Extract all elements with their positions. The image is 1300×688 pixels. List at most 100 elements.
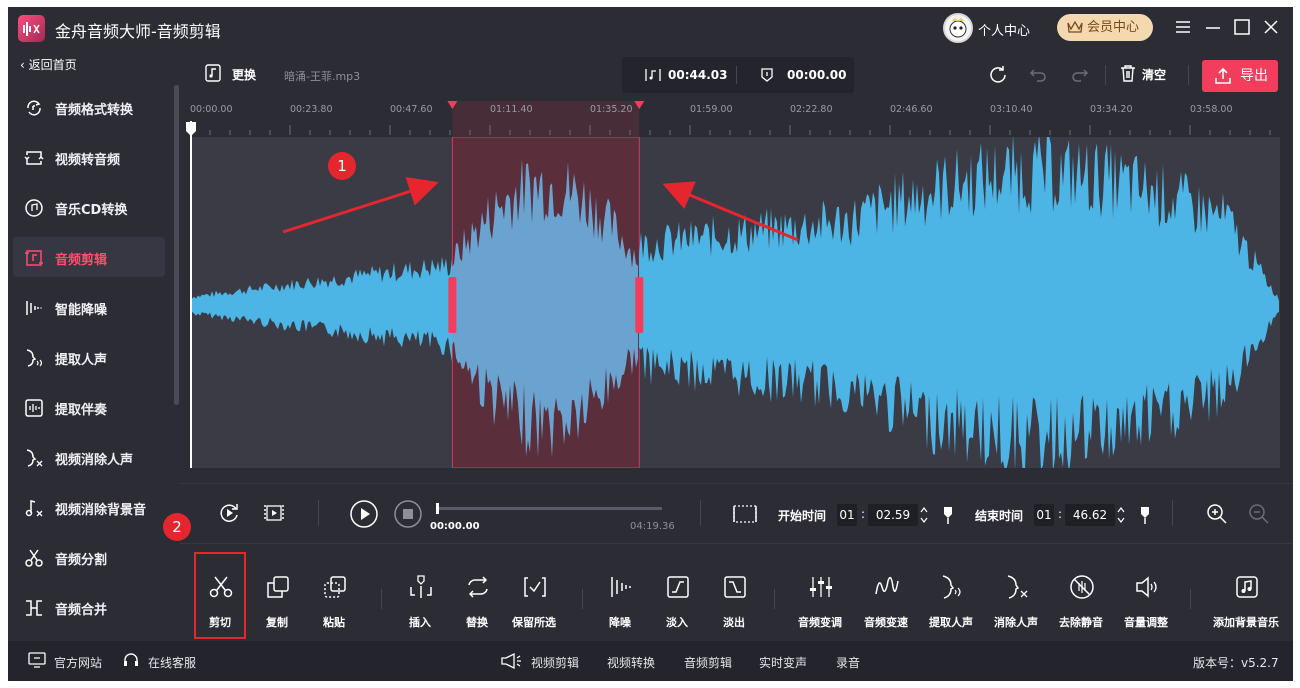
start-minute-input[interactable]: 01 (837, 504, 857, 526)
menu-icon[interactable] (1174, 18, 1192, 36)
sidebar-item-video-remove-voice[interactable]: 视频消除人声 (13, 437, 165, 477)
paste-icon (324, 576, 346, 598)
remove-voice-tool-button[interactable]: 消除人声 (982, 564, 1050, 629)
export-button[interactable]: 导出 (1202, 60, 1278, 92)
speed-tool-button[interactable]: 音频变速 (852, 564, 920, 629)
sidebar-item-video-to-audio[interactable]: 视频转音频 (13, 137, 165, 177)
selection-end-handle[interactable] (635, 277, 644, 333)
progress-handle[interactable] (436, 503, 439, 514)
set-end-marker-icon[interactable] (1139, 505, 1151, 525)
play-selection-icon[interactable] (262, 502, 286, 524)
set-start-marker-icon[interactable] (942, 505, 954, 525)
tool-label: 音频变调 (798, 616, 842, 629)
avatar[interactable] (943, 13, 973, 43)
extract-voice-tool-button[interactable]: 提取人声 (917, 564, 985, 629)
sidebar-item-extract-voice[interactable]: 提取人声 (13, 337, 165, 377)
zoom-out-icon[interactable] (1248, 503, 1270, 525)
promo-link-audio-edit[interactable]: 音频剪辑 (684, 654, 732, 671)
volume-icon (1136, 576, 1157, 598)
remove-voice-icon (1007, 575, 1028, 599)
sidebar-scrollbar[interactable] (174, 85, 179, 405)
sidebar-item-extract-accompaniment[interactable]: 提取伴奏 (13, 387, 165, 427)
user-center-link[interactable]: 个人中心 (978, 20, 1030, 39)
ruler-tick-label: 00:23.80 (290, 104, 333, 115)
tool-label: 淡出 (723, 616, 745, 629)
replace-icon (468, 576, 488, 598)
extract-voice-icon (942, 575, 961, 599)
sidebar-item-merge[interactable]: 音频合并 (13, 587, 165, 627)
sidebar-item-split[interactable]: 音频分割 (13, 537, 165, 577)
start-second-input[interactable]: 02.59 (868, 504, 918, 526)
sidebar-item-video-remove-bg[interactable]: 视频消除背景音 (13, 487, 165, 527)
replace-file-button[interactable]: 更换 (204, 64, 256, 83)
minimize-icon[interactable] (1204, 18, 1222, 36)
ruler-tick-label: 03:34.20 (1090, 104, 1133, 115)
bg-music-tool-button[interactable]: 添加背景音乐 (1204, 564, 1288, 629)
end-time-colon: : (1058, 507, 1063, 521)
headset-icon (124, 653, 138, 666)
bg-music-icon (1236, 576, 1258, 598)
promo-link-video-edit[interactable]: 视频剪辑 (531, 654, 579, 671)
redo-icon[interactable] (1070, 64, 1090, 84)
sidebar-item-label: 音频剪辑 (55, 253, 108, 268)
megaphone-icon (501, 652, 521, 670)
promo-link-voice-change[interactable]: 实时变声 (759, 654, 807, 671)
position-value: 00:00.00 (787, 68, 847, 82)
reset-icon[interactable] (988, 64, 1008, 84)
vip-center-button[interactable]: 会员中心 (1057, 14, 1153, 41)
time-ruler[interactable]: 00:00.00 00:23.80 00:47.60 01:11.40 01:35.20… (180, 101, 1293, 137)
clear-button[interactable]: 清空 (1120, 65, 1166, 83)
playhead-handle-icon[interactable] (185, 121, 197, 137)
end-minute-input[interactable]: 01 (1034, 504, 1054, 526)
close-icon[interactable] (1262, 18, 1280, 36)
tool-divider (381, 589, 382, 609)
keep-selection-icon (524, 577, 546, 597)
extract-voice-icon (26, 349, 43, 367)
end-second-input[interactable]: 46.62 (1065, 504, 1115, 526)
video-to-audio-icon (24, 151, 44, 165)
start-stepper-icon[interactable] (920, 505, 928, 525)
play-icon[interactable] (349, 499, 379, 529)
ruler-tick-label: 02:22.80 (790, 104, 833, 115)
sidebar-item-denoise[interactable]: 智能降噪 (13, 287, 165, 327)
volume-tool-button[interactable]: 音量调整 (1112, 564, 1180, 629)
selection-start-handle[interactable] (448, 277, 457, 333)
keep-selection-tool-button[interactable]: 保留所选 (500, 564, 568, 629)
promo-link-record[interactable]: 录音 (836, 654, 860, 671)
fade-out-tool-button[interactable]: 淡出 (700, 564, 768, 629)
paste-tool-button[interactable]: 粘贴 (300, 564, 368, 629)
end-stepper-icon[interactable] (1117, 505, 1125, 525)
zoom-in-icon[interactable] (1206, 503, 1228, 525)
support-link[interactable]: 在线客服 (148, 654, 196, 671)
ruler-tick-label: 03:10.40 (990, 104, 1033, 115)
sidebar-item-cd-convert[interactable]: 音乐CD转换 (13, 187, 165, 227)
tool-divider (1190, 589, 1191, 609)
ruler-tick-label: 03:58.00 (1190, 104, 1233, 115)
sidebar-item-format-convert[interactable]: 音频格式转换 (13, 87, 165, 127)
total-time: 04:19.36 (630, 521, 675, 532)
loop-play-icon[interactable] (218, 502, 240, 524)
ruler-tick-label: 01:59.00 (690, 104, 733, 115)
sidebar: ‹ 返回首页 音频格式转换 视频转音频 音乐CD转换 音频剪辑 智能降噪 提取人… (8, 49, 180, 641)
ruler-tick-label: 00:47.60 (390, 104, 433, 115)
promo-link-video-convert[interactable]: 视频转换 (607, 654, 655, 671)
pitch-tool-button[interactable]: 音频变调 (786, 564, 854, 629)
playhead[interactable] (190, 121, 192, 468)
remove-silence-tool-button[interactable]: 去除静音 (1047, 564, 1115, 629)
waveform-left[interactable] (190, 256, 452, 362)
transport-divider (318, 500, 319, 526)
video-remove-voice-icon (26, 449, 43, 467)
stop-icon[interactable] (393, 499, 423, 529)
music-file-icon (205, 64, 221, 82)
back-home-link[interactable]: ‹ 返回首页 (20, 56, 77, 73)
extract-accompaniment-icon (25, 399, 43, 417)
sidebar-item-audio-edit[interactable]: 音频剪辑 (13, 237, 165, 277)
format-convert-icon (27, 100, 41, 116)
start-time-label: 开始时间 (778, 509, 827, 523)
maximize-icon[interactable] (1233, 18, 1251, 36)
undo-icon[interactable] (1028, 64, 1048, 84)
app-title: 金舟音频大师-音频剪辑 (55, 22, 221, 41)
website-link[interactable]: 官方网站 (54, 654, 102, 671)
file-bar: 更换 暗涌-王菲.mp3 00:44.03 00:00.00 清空 导出 (180, 49, 1293, 101)
progress-track[interactable] (436, 507, 662, 510)
